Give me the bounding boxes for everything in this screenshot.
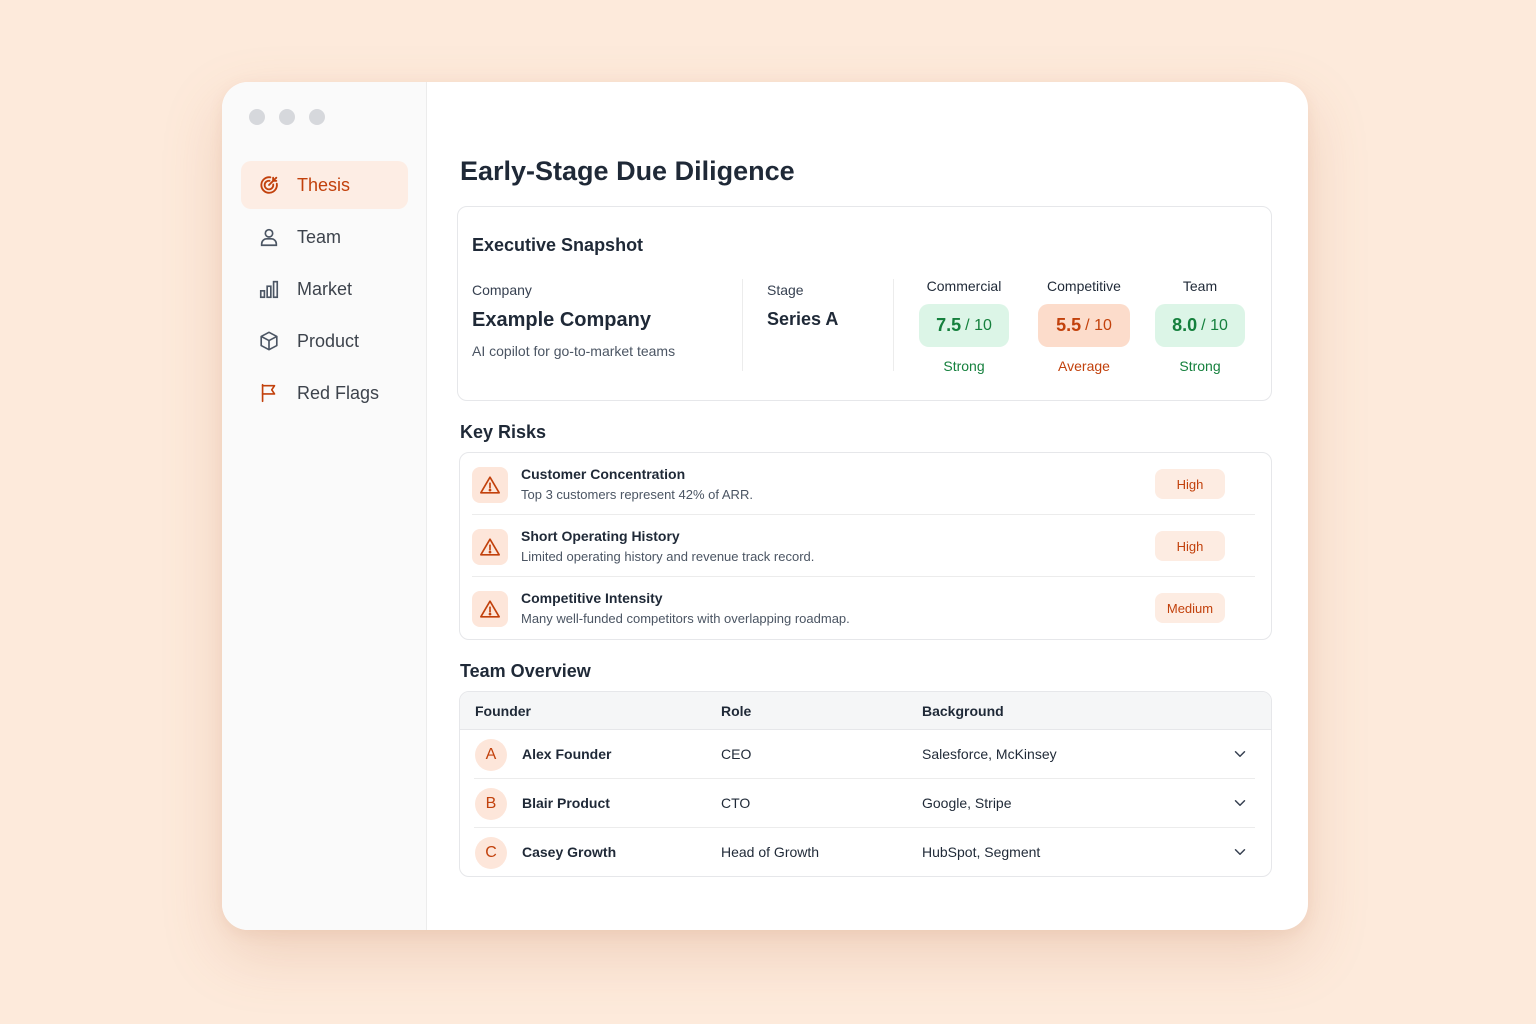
bar-chart-icon xyxy=(258,278,280,300)
risk-description: Limited operating history and revenue tr… xyxy=(521,549,815,564)
warning-icon xyxy=(472,467,508,503)
sidebar-item-thesis[interactable]: Thesis xyxy=(241,161,408,209)
snapshot-title: Executive Snapshot xyxy=(472,235,644,255)
stage-value: Series A xyxy=(767,309,839,329)
risk-item[interactable]: Short Operating History Limited operatin… xyxy=(472,515,1255,577)
founder-background: Google, Stripe xyxy=(922,795,1012,811)
risk-level-badge: High xyxy=(1155,469,1225,499)
table-row[interactable]: C Casey Growth Head of Growth HubSpot, S… xyxy=(474,828,1255,876)
score-rating-team: Strong xyxy=(1179,358,1221,374)
sidebar-item-team[interactable]: Team xyxy=(241,213,408,261)
score-value: 5.5 xyxy=(1056,315,1082,335)
table-header: Founder Role Background xyxy=(460,692,1271,730)
sidebar: Thesis Team Market Product Red Flags xyxy=(222,82,427,930)
table-row[interactable]: B Blair Product CTO Google, Stripe xyxy=(474,779,1255,828)
risk-item[interactable]: Customer Concentration Top 3 customers r… xyxy=(472,453,1255,515)
window-close-dot[interactable] xyxy=(249,109,265,125)
sidebar-item-label: Red Flags xyxy=(297,382,380,403)
team-overview-table: Founder Role Background A Alex Founder C… xyxy=(459,691,1272,877)
sidebar-item-red-flags[interactable]: Red Flags xyxy=(241,369,408,417)
target-icon xyxy=(258,174,280,196)
divider xyxy=(893,279,894,371)
company-name: Example Company xyxy=(472,309,651,331)
founder-background: Salesforce, McKinsey xyxy=(922,746,1057,762)
risk-title: Competitive Intensity xyxy=(521,590,663,606)
chevron-down-icon[interactable] xyxy=(1231,745,1249,763)
warning-icon xyxy=(472,591,508,627)
box-icon xyxy=(258,330,280,352)
avatar: A xyxy=(475,739,507,771)
team-overview-title: Team Overview xyxy=(460,661,591,681)
founder-role: CEO xyxy=(721,746,752,762)
founder-role: Head of Growth xyxy=(721,844,820,860)
sidebar-nav: Thesis Team Market Product Red Flags xyxy=(241,161,408,421)
user-icon xyxy=(258,226,280,248)
score-value: 7.5 xyxy=(936,315,962,335)
flag-icon xyxy=(258,382,280,404)
app-window: Thesis Team Market Product Red Flags Ear… xyxy=(222,82,1308,930)
executive-snapshot-card: Executive Snapshot Company Example Compa… xyxy=(457,206,1272,401)
chevron-down-icon[interactable] xyxy=(1231,794,1249,812)
score-badge-competitive: 5.5/ 10 xyxy=(1038,304,1130,347)
score-denominator: / 10 xyxy=(1085,316,1112,334)
score-denominator: / 10 xyxy=(1201,316,1228,334)
risk-description: Many well-funded competitors with overla… xyxy=(521,611,850,626)
risk-title: Customer Concentration xyxy=(521,466,686,482)
score-value: 8.0 xyxy=(1172,315,1198,335)
key-risks-title: Key Risks xyxy=(460,422,547,442)
score-label-competitive: Competitive xyxy=(1047,278,1121,294)
sidebar-item-market[interactable]: Market xyxy=(241,265,408,313)
risk-title: Short Operating History xyxy=(521,528,680,544)
score-badge-team: 8.0/ 10 xyxy=(1155,304,1245,347)
score-rating-competitive: Average xyxy=(1058,358,1110,374)
sidebar-item-label: Market xyxy=(297,278,353,299)
column-header-background: Background xyxy=(922,703,1004,719)
page-title: Early-Stage Due Diligence xyxy=(460,156,795,186)
risk-level-badge: Medium xyxy=(1155,593,1225,623)
chevron-down-icon[interactable] xyxy=(1231,843,1249,861)
founder-name: Casey Growth xyxy=(522,844,617,860)
stage-label: Stage xyxy=(767,282,804,298)
sidebar-item-label: Thesis xyxy=(297,174,351,195)
column-header-role: Role xyxy=(721,703,752,719)
avatar: B xyxy=(475,788,507,820)
score-label-team: Team xyxy=(1182,278,1218,294)
column-header-founder: Founder xyxy=(475,703,531,719)
score-badge-commercial: 7.5/ 10 xyxy=(919,304,1009,347)
founder-role: CTO xyxy=(721,795,751,811)
founder-name: Alex Founder xyxy=(522,746,612,762)
window-minimize-dot[interactable] xyxy=(279,109,295,125)
risk-level-badge: High xyxy=(1155,531,1225,561)
sidebar-item-label: Team xyxy=(297,226,342,247)
risk-description: Top 3 customers represent 42% of ARR. xyxy=(521,487,753,502)
company-description: AI copilot for go-to-market teams xyxy=(472,343,676,359)
founder-name: Blair Product xyxy=(522,795,610,811)
founder-background: HubSpot, Segment xyxy=(922,844,1041,860)
score-denominator: / 10 xyxy=(965,316,992,334)
score-label-commercial: Commercial xyxy=(926,278,1002,294)
divider xyxy=(742,279,743,371)
warning-icon xyxy=(472,529,508,565)
avatar: C xyxy=(475,837,507,869)
sidebar-item-product[interactable]: Product xyxy=(241,317,408,365)
sidebar-item-label: Product xyxy=(297,330,360,351)
key-risks-card: Customer Concentration Top 3 customers r… xyxy=(459,452,1272,640)
window-controls xyxy=(249,109,325,125)
company-label: Company xyxy=(472,282,532,298)
window-maximize-dot[interactable] xyxy=(309,109,325,125)
score-rating-commercial: Strong xyxy=(943,358,985,374)
table-row[interactable]: A Alex Founder CEO Salesforce, McKinsey xyxy=(474,730,1255,779)
risk-item[interactable]: Competitive Intensity Many well-funded c… xyxy=(472,577,1255,639)
